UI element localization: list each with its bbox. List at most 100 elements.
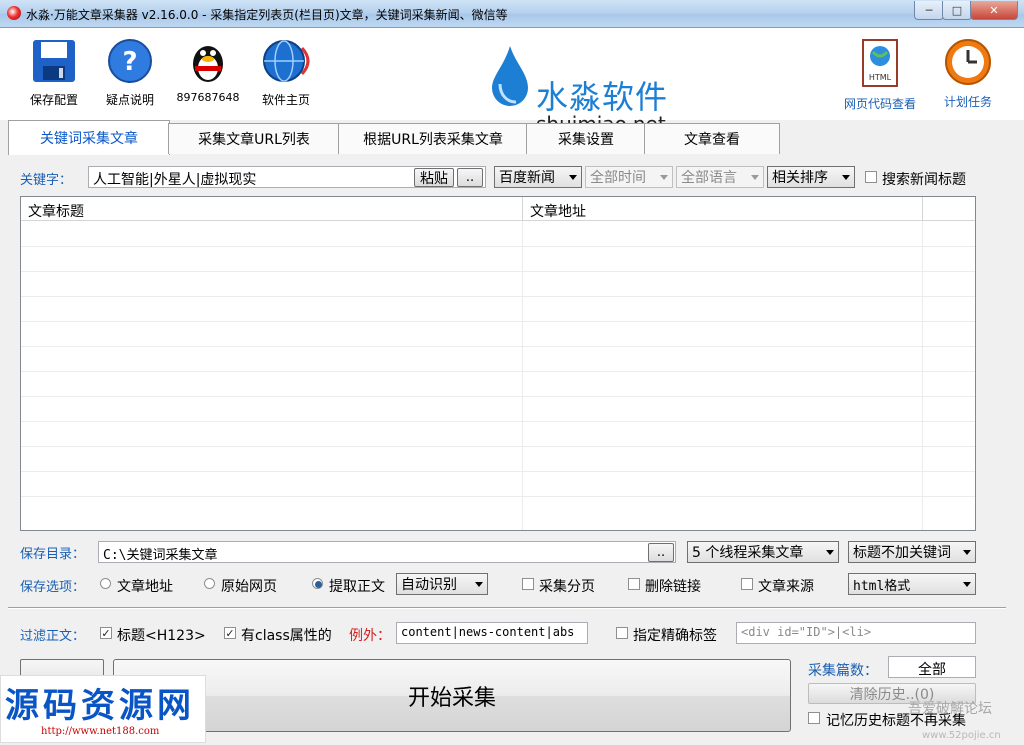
filter-label: 过滤正文： [20,629,86,644]
chevron-down-icon [826,550,834,555]
delete-links-label: 删除链接 [645,579,701,595]
source-select-value: 百度新闻 [499,170,555,186]
clock-icon [945,39,991,85]
language-select-value: 全部语言 [681,170,737,186]
table-row [21,346,975,347]
column-header-url[interactable]: 文章地址 [523,197,923,221]
chevron-down-icon [842,175,850,180]
source-select[interactable]: 百度新闻 [494,166,582,188]
help-button[interactable]: ? 疑点说明 [100,38,160,108]
maximize-button[interactable]: □ [942,1,972,20]
html-icon-text: HTML [869,73,892,82]
qq-penguin-icon [193,46,223,82]
homepage-label: 软件主页 [261,93,310,107]
table-row [21,471,975,472]
chevron-down-icon [751,175,759,180]
threads-select[interactable]: 5 个线程采集文章 [687,541,839,563]
tab-settings[interactable]: 采集设置 [526,123,646,154]
chevron-down-icon [963,550,971,555]
save-dir-input[interactable]: C:\关键词采集文章 [98,541,676,563]
keyword-label: 关键字： [20,173,73,188]
search-title-checkbox[interactable] [865,171,877,183]
class-attr-checkbox[interactable]: ✓ [224,627,236,639]
table-row [21,396,975,397]
title-keyword-select[interactable]: 标题不加关键词 [848,541,976,563]
water-drop-logo-icon [492,46,528,106]
minimize-button[interactable]: ─ [914,1,944,20]
count-input[interactable]: 全部 [888,656,976,678]
watermark-url: http://www.net188.com [41,726,160,737]
qq-button[interactable]: 897687648 [176,38,240,104]
radio-raw-page[interactable] [204,578,215,589]
table-row [21,446,975,447]
format-select-value: html格式 [853,578,911,594]
corner-watermark-url: www.52pojie.cn [922,730,1001,741]
remember-history-checkbox[interactable] [808,712,820,724]
table-row [21,421,975,422]
title-keyword-select-value: 标题不加关键词 [853,545,951,561]
delete-links-checkbox[interactable] [628,578,640,590]
auto-detect-select[interactable]: 自动识别 [396,573,488,595]
paging-checkbox[interactable] [522,578,534,590]
close-button[interactable]: ✕ [970,1,1018,20]
paste-button[interactable]: 粘贴 [414,168,454,187]
watermark-badge: 源码资源网 http://www.net188.com [0,675,206,743]
title-tags-label: 标题<H123> [117,628,206,644]
chevron-down-icon [660,175,668,180]
threads-select-value: 5 个线程采集文章 [692,545,804,561]
column-divider [922,221,923,530]
table-row [21,496,975,497]
divider [8,607,1006,609]
format-select[interactable]: html格式 [848,573,976,595]
schedule-button[interactable]: 计划任务 [936,38,1000,110]
precise-tag-input[interactable]: <div id="ID">|<li> [736,622,976,644]
help-icon: ? [108,39,152,83]
column-header-blank [923,197,975,221]
toolbar: 保存配置 ? 疑点说明 897687648 软件主页 水淼软件 shuimiao… [0,28,1024,136]
article-source-label: 文章来源 [758,579,814,595]
save-config-label: 保存配置 [29,93,78,107]
save-dir-browse-button[interactable]: .. [648,543,674,562]
precise-tag-checkbox[interactable] [616,627,628,639]
tab-keyword-collect[interactable]: 关键词采集文章 [8,120,170,155]
html-view-label: 网页代码查看 [843,97,916,111]
table-row [21,371,975,372]
results-table[interactable]: 文章标题 文章地址 [20,196,976,531]
radio-article-url[interactable] [100,578,111,589]
exception-label: 例外： [349,628,391,644]
column-header-title[interactable]: 文章标题 [21,197,523,221]
html-file-icon: HTML [862,39,898,87]
svg-text:?: ? [122,47,137,77]
save-config-button[interactable]: 保存配置 [24,38,84,108]
floppy-disk-icon [33,40,75,82]
schedule-label: 计划任务 [943,95,992,109]
globe-icon [263,40,310,82]
keyword-browse-button[interactable]: .. [457,168,483,187]
language-select[interactable]: 全部语言 [676,166,764,188]
radio-extract-body[interactable] [312,578,323,589]
search-title-label: 搜索新闻标题 [882,172,966,188]
chevron-down-icon [963,582,971,587]
html-view-button[interactable]: HTML 网页代码查看 [840,38,920,112]
sort-select[interactable]: 相关排序 [767,166,855,188]
tab-url-list[interactable]: 采集文章URL列表 [168,123,340,154]
title-tags-checkbox[interactable]: ✓ [100,627,112,639]
class-attr-label: 有class属性的 [241,628,332,644]
auto-detect-select-value: 自动识别 [401,577,457,593]
start-collect-button[interactable]: 开始采集 [113,659,791,732]
sort-select-value: 相关排序 [772,170,828,186]
paging-label: 采集分页 [539,579,595,595]
time-select[interactable]: 全部时间 [585,166,673,188]
help-label: 疑点说明 [105,93,154,107]
radio-article-url-label: 文章地址 [117,579,173,595]
precise-tag-label: 指定精确标签 [633,628,717,644]
homepage-button[interactable]: 软件主页 [254,38,318,108]
radio-extract-body-label: 提取正文 [329,579,385,595]
article-source-checkbox[interactable] [741,578,753,590]
tab-collect-by-url[interactable]: 根据URL列表采集文章 [338,123,528,154]
tab-article-view[interactable]: 文章查看 [644,123,780,154]
window-title: 水淼·万能文章采集器 v2.16.0.0 - 采集指定列表页(栏目页)文章，关键… [26,8,508,22]
corner-watermark: 吾爱破解论坛 [908,701,992,717]
save-dir-label: 保存目录： [20,547,86,562]
exception-input[interactable]: content|news-content|abs [396,622,588,644]
